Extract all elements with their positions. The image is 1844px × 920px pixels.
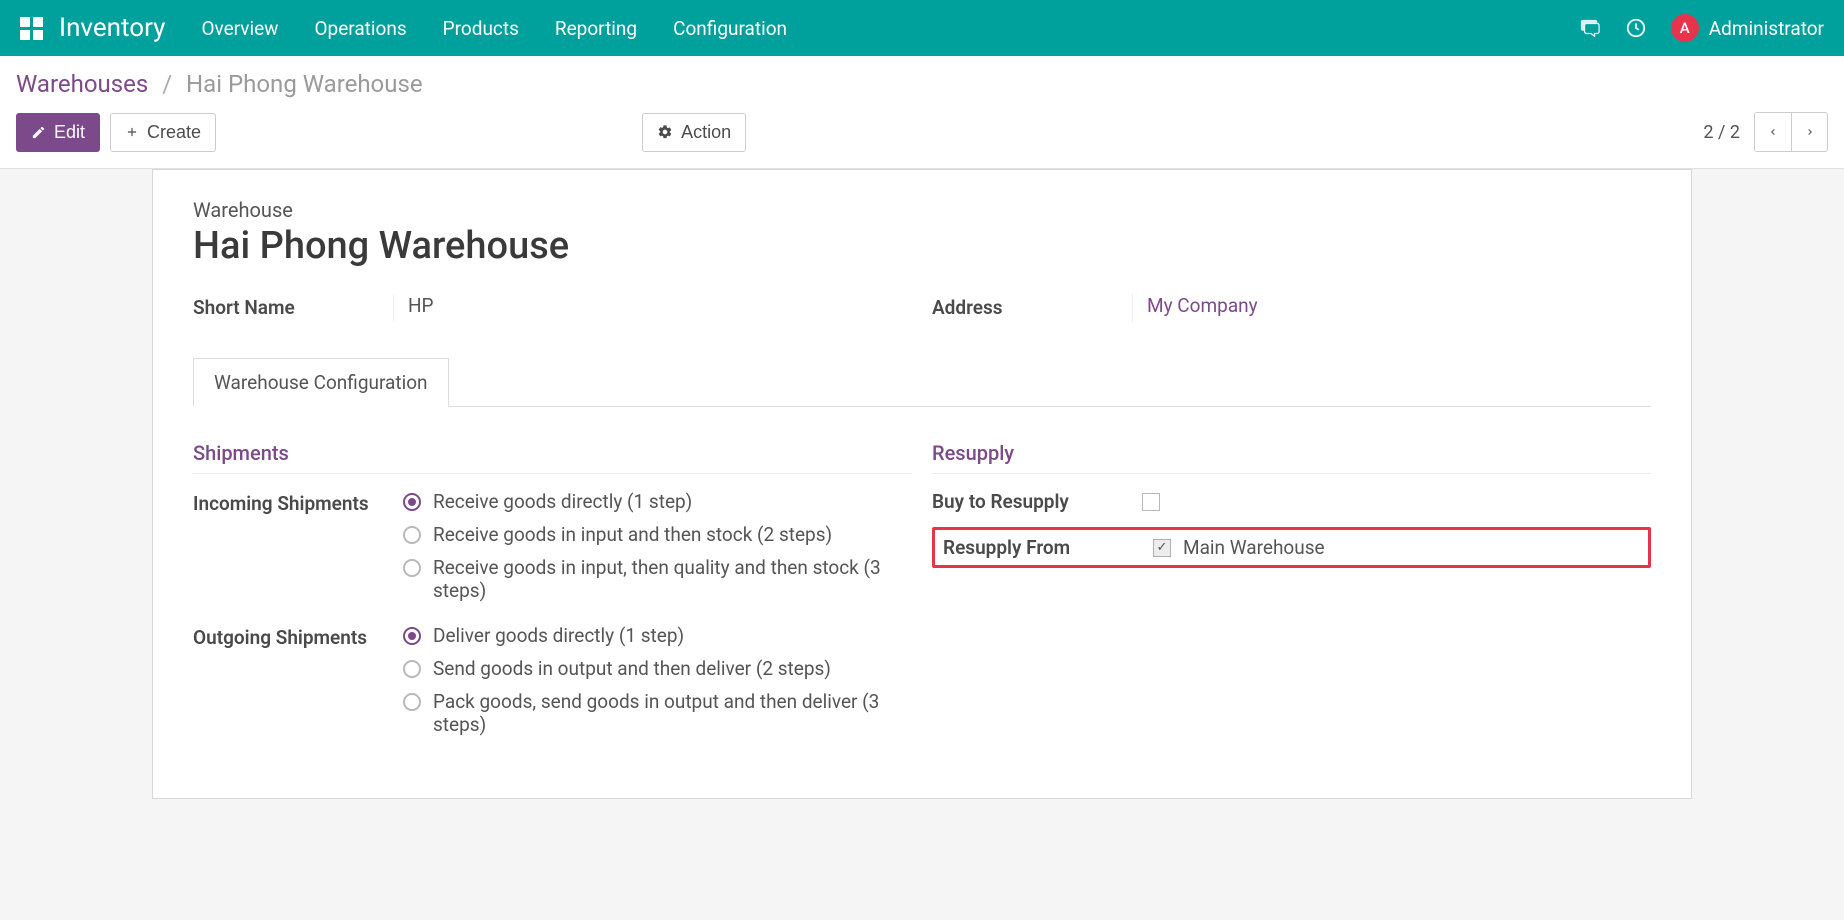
breadcrumb-parent[interactable]: Warehouses bbox=[16, 70, 148, 98]
incoming-option[interactable]: Receive goods in input and then stock (2… bbox=[403, 523, 912, 546]
radio-icon bbox=[403, 493, 421, 511]
pager-next-button[interactable] bbox=[1791, 113, 1827, 151]
tab-warehouse-configuration[interactable]: Warehouse Configuration bbox=[193, 358, 449, 407]
plus-icon bbox=[125, 125, 139, 139]
edit-button[interactable]: Edit bbox=[16, 113, 100, 152]
label-buy-to-resupply: Buy to Resupply bbox=[932, 490, 1142, 513]
label-outgoing-shipments: Outgoing Shipments bbox=[193, 624, 403, 649]
value-short-name: HP bbox=[393, 294, 912, 322]
radio-icon bbox=[403, 660, 421, 678]
field-address: Address My Company bbox=[932, 294, 1651, 322]
record-title: Hai Phong Warehouse bbox=[193, 224, 1651, 268]
pager: 2 / 2 bbox=[1703, 112, 1828, 152]
conversations-icon[interactable] bbox=[1579, 18, 1601, 38]
outgoing-option[interactable]: Send goods in output and then deliver (2… bbox=[403, 657, 912, 680]
user-name: Administrator bbox=[1709, 17, 1824, 40]
nav-item-operations[interactable]: Operations bbox=[314, 17, 406, 40]
label-incoming-shipments: Incoming Shipments bbox=[193, 490, 403, 515]
create-button[interactable]: Create bbox=[110, 113, 216, 152]
breadcrumb: Warehouses / Hai Phong Warehouse bbox=[16, 70, 1828, 98]
breadcrumb-current: Hai Phong Warehouse bbox=[186, 70, 423, 98]
action-button[interactable]: Action bbox=[642, 113, 746, 152]
field-resupply-from: Resupply From Main Warehouse bbox=[932, 527, 1651, 568]
heading-shipments: Shipments bbox=[193, 441, 912, 474]
avatar: A bbox=[1671, 14, 1699, 42]
nav-item-configuration[interactable]: Configuration bbox=[673, 17, 787, 40]
outgoing-options: Deliver goods directly (1 step) Send good… bbox=[403, 624, 912, 746]
radio-icon bbox=[403, 526, 421, 544]
outgoing-option-label: Deliver goods directly (1 step) bbox=[433, 624, 684, 647]
app-name[interactable]: Inventory bbox=[59, 13, 165, 43]
label-warehouse: Warehouse bbox=[193, 198, 1651, 222]
tab-bar: Warehouse Configuration bbox=[193, 358, 1651, 407]
apps-icon[interactable] bbox=[20, 17, 43, 40]
chevron-right-icon bbox=[1804, 123, 1816, 141]
nav-item-products[interactable]: Products bbox=[443, 17, 519, 40]
outgoing-option-label: Pack goods, send goods in output and the… bbox=[433, 690, 912, 736]
outgoing-option[interactable]: Pack goods, send goods in output and the… bbox=[403, 690, 912, 736]
pager-text: 2 / 2 bbox=[1703, 122, 1740, 143]
nav-right: A Administrator bbox=[1579, 14, 1824, 42]
chevron-left-icon bbox=[1767, 123, 1779, 141]
incoming-option[interactable]: Receive goods directly (1 step) bbox=[403, 490, 912, 513]
radio-icon bbox=[403, 627, 421, 645]
field-outgoing-shipments: Outgoing Shipments Deliver goods directl… bbox=[193, 624, 912, 746]
checkbox-buy-to-resupply[interactable] bbox=[1142, 493, 1160, 511]
incoming-option-label: Receive goods directly (1 step) bbox=[433, 490, 692, 513]
breadcrumb-sep: / bbox=[162, 70, 172, 98]
edit-button-label: Edit bbox=[54, 122, 85, 143]
field-incoming-shipments: Incoming Shipments Receive goods directl… bbox=[193, 490, 912, 612]
field-buy-to-resupply: Buy to Resupply bbox=[932, 490, 1651, 513]
section-shipments: Shipments Incoming Shipments Receive goo… bbox=[193, 441, 912, 758]
user-menu[interactable]: A Administrator bbox=[1671, 14, 1824, 42]
outgoing-option[interactable]: Deliver goods directly (1 step) bbox=[403, 624, 912, 647]
gear-icon bbox=[657, 124, 673, 140]
incoming-option-label: Receive goods in input, then quality and… bbox=[433, 556, 912, 602]
control-bar: Warehouses / Hai Phong Warehouse Edit Cr… bbox=[0, 56, 1844, 169]
label-resupply-from: Resupply From bbox=[943, 536, 1153, 559]
create-button-label: Create bbox=[147, 122, 201, 143]
activities-icon[interactable] bbox=[1625, 17, 1647, 39]
field-short-name: Short Name HP bbox=[193, 294, 912, 322]
section-resupply: Resupply Buy to Resupply Resupply From M… bbox=[932, 441, 1651, 758]
incoming-option[interactable]: Receive goods in input, then quality and… bbox=[403, 556, 912, 602]
radio-icon bbox=[403, 559, 421, 577]
radio-icon bbox=[403, 693, 421, 711]
outgoing-option-label: Send goods in output and then deliver (2… bbox=[433, 657, 831, 680]
heading-resupply: Resupply bbox=[932, 441, 1651, 474]
pencil-icon bbox=[31, 125, 46, 140]
form-sheet: Warehouse Hai Phong Warehouse Short Name… bbox=[152, 169, 1692, 799]
incoming-options: Receive goods directly (1 step) Receive g… bbox=[403, 490, 912, 612]
checkbox-resupply-from-main[interactable] bbox=[1153, 539, 1171, 557]
label-address: Address bbox=[932, 294, 1132, 319]
nav-item-reporting[interactable]: Reporting bbox=[555, 17, 637, 40]
resupply-from-option-label: Main Warehouse bbox=[1183, 536, 1325, 559]
nav-menu: Overview Operations Products Reporting C… bbox=[201, 17, 1578, 40]
value-address[interactable]: My Company bbox=[1132, 294, 1651, 322]
incoming-option-label: Receive goods in input and then stock (2… bbox=[433, 523, 832, 546]
label-short-name: Short Name bbox=[193, 294, 393, 319]
pager-prev-button[interactable] bbox=[1755, 113, 1791, 151]
nav-item-overview[interactable]: Overview bbox=[201, 17, 278, 40]
top-nav: Inventory Overview Operations Products R… bbox=[0, 0, 1844, 56]
action-button-label: Action bbox=[681, 122, 731, 143]
